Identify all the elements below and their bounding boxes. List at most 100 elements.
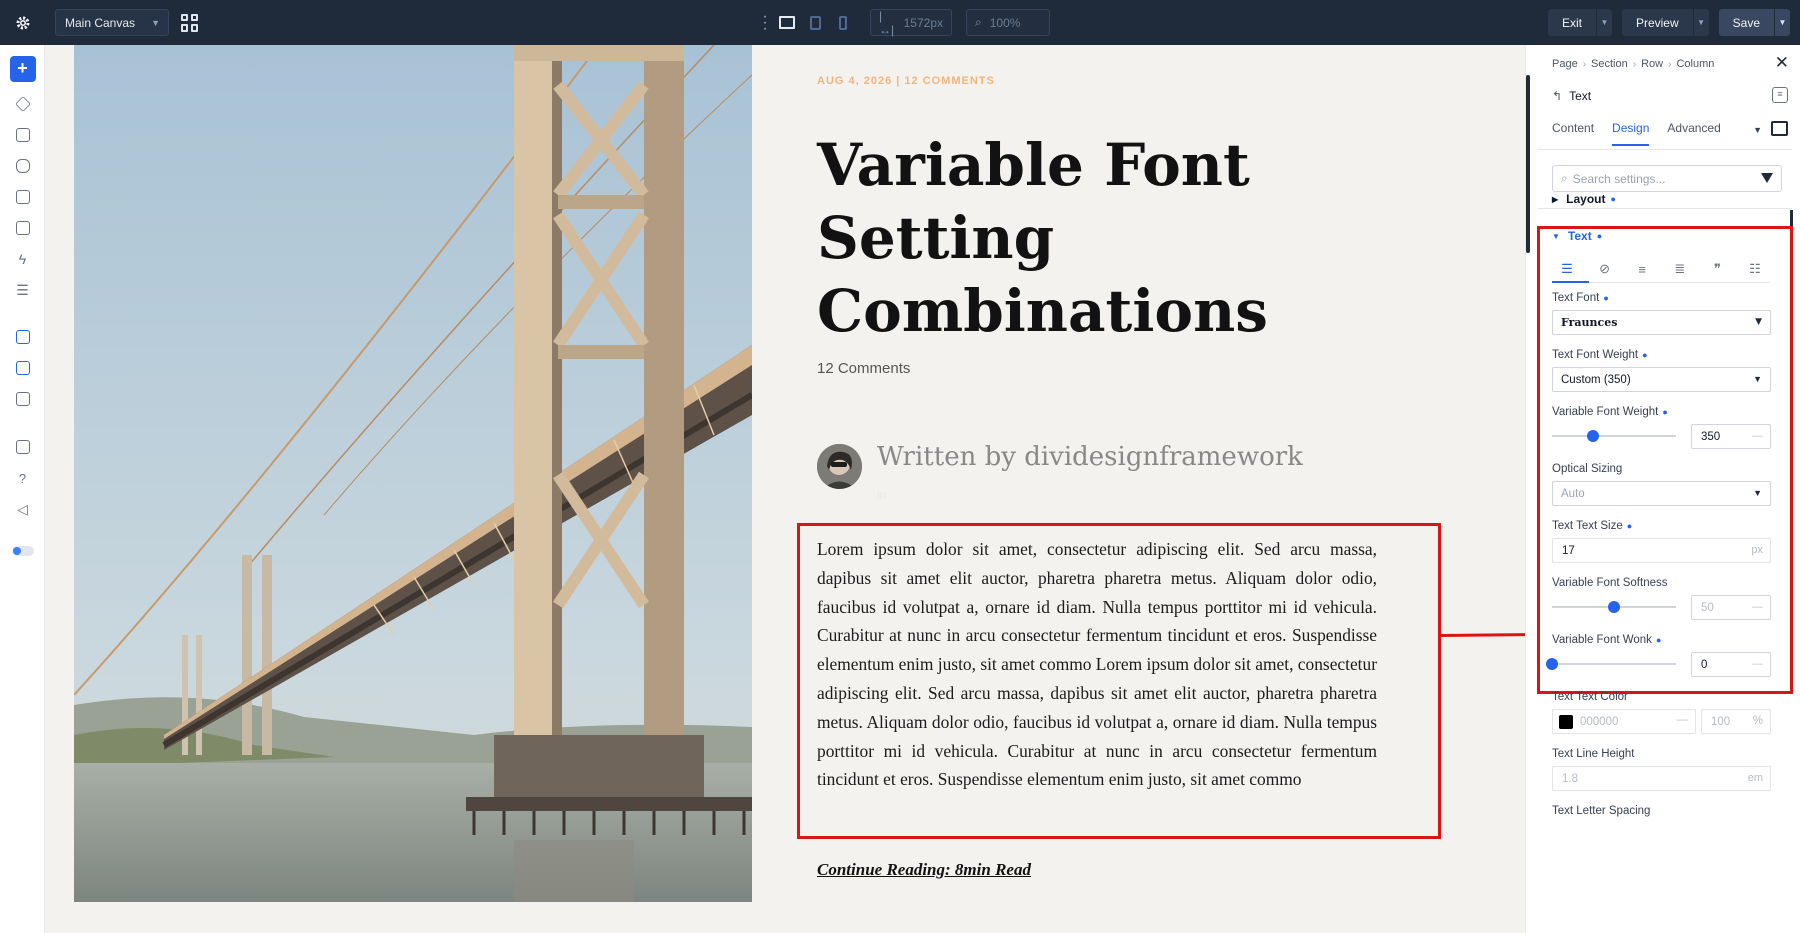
line-height-input[interactable]: 1.8 em: [1552, 766, 1771, 791]
chevron-right-icon: ›: [1668, 58, 1672, 70]
quote-icon[interactable]: ❞: [1702, 257, 1732, 281]
back-arrow-icon[interactable]: ↰: [1552, 89, 1562, 103]
copy-icon[interactable]: [0, 435, 45, 459]
text-alignment-row: ☰ ⊘ ≡ ≣ ❞ ☷: [1552, 257, 1770, 281]
line-height-label: Text Line Height: [1552, 748, 1635, 760]
slider-handle[interactable]: [1586, 430, 1599, 442]
align-left-icon[interactable]: ☰: [1552, 257, 1582, 281]
form-icon[interactable]: [0, 185, 45, 209]
breadcrumb-page[interactable]: Page: [1552, 58, 1578, 70]
group-text-label: Text: [1567, 229, 1592, 243]
variable-font-wonk-input[interactable]: 0—: [1691, 652, 1771, 677]
optical-sizing-label: Optical Sizing: [1552, 463, 1623, 475]
lightning-icon[interactable]: ϟ: [0, 247, 45, 271]
click-pointer-icon[interactable]: [0, 325, 45, 349]
chevron-down-icon: ▼: [1755, 317, 1762, 327]
color-swatch[interactable]: [1559, 714, 1573, 729]
tab-advanced[interactable]: Advanced: [1667, 121, 1720, 146]
tab-design[interactable]: Design: [1612, 121, 1650, 146]
filter-icon[interactable]: [1761, 173, 1773, 183]
chevron-down-icon: ▼: [151, 17, 160, 28]
more-dots-icon[interactable]: · · ·: [758, 8, 772, 36]
help-icon[interactable]: ?: [0, 466, 45, 490]
text-font-label: Text Font ●: [1552, 292, 1609, 304]
preview-button[interactable]: Preview: [1621, 9, 1693, 36]
breadcrumb-section[interactable]: Section: [1591, 58, 1628, 70]
slider-handle[interactable]: [1546, 658, 1558, 670]
post-comments-count[interactable]: 12 Comments: [817, 360, 910, 377]
multi-select-icon[interactable]: [0, 356, 45, 380]
layers-icon[interactable]: [0, 92, 45, 116]
numbered-list-icon[interactable]: ≣: [1665, 257, 1695, 281]
variable-font-softness-slider[interactable]: [1552, 601, 1676, 613]
canvas-grid-icon[interactable]: [181, 13, 199, 32]
tablet-view-icon[interactable]: [802, 10, 828, 36]
left-toolbar: + ϟ ☰ ? ◁: [0, 45, 45, 933]
zoom-value: 100%: [989, 15, 1021, 30]
text-color-opacity-input[interactable]: 100%: [1701, 709, 1771, 734]
breadcrumb-row[interactable]: Row: [1641, 58, 1663, 70]
mode-toggle[interactable]: [0, 539, 45, 563]
canvas-width-field[interactable]: |↔| 1572px: [870, 8, 952, 37]
zoom-field[interactable]: ⌕ 100%: [966, 9, 1050, 36]
post-meta: AUG 4, 2026 | 12 COMMENTS: [817, 75, 995, 87]
desktop-view-icon[interactable]: [774, 10, 800, 36]
width-arrows-icon: |↔|: [879, 8, 895, 37]
author-avatar: [817, 444, 862, 489]
modified-dot-icon: ●: [1596, 231, 1603, 241]
search-divider: [1538, 208, 1792, 209]
text-size-label: Text Text Size ●: [1552, 520, 1633, 532]
module-settings-icon[interactable]: ≡: [1772, 87, 1788, 103]
pages-icon[interactable]: [0, 216, 45, 240]
breadcrumb-column[interactable]: Column: [1676, 58, 1714, 70]
breadcrumb: Page › Section › Row › Column: [1552, 58, 1714, 70]
preset-square-icon[interactable]: [1771, 121, 1788, 136]
design-library-icon[interactable]: [0, 123, 45, 147]
variable-font-weight-input[interactable]: 350—: [1691, 424, 1771, 449]
top-toolbar: Main Canvas ▼ · · · |↔| 1572px ⌕ 100% Exit…: [0, 0, 1800, 45]
tabs-more-chevron-icon[interactable]: ▼: [1753, 125, 1762, 135]
group-text-header[interactable]: ▼ Text ●: [1552, 229, 1602, 243]
close-icon[interactable]: ✕: [1775, 53, 1789, 73]
module-title: ↰ Text: [1552, 89, 1591, 103]
text-indent-icon[interactable]: ☷: [1740, 257, 1770, 281]
sliders-icon[interactable]: ☰: [0, 278, 45, 302]
save-menu-chevron-icon[interactable]: ▼: [1774, 9, 1790, 36]
slider-handle[interactable]: [1608, 601, 1620, 613]
chevron-down-icon: ▼: [1753, 374, 1762, 384]
save-button[interactable]: Save: [1718, 9, 1774, 36]
text-color-input[interactable]: 000000 —: [1552, 709, 1696, 734]
alignment-active-indicator: [1552, 281, 1589, 283]
search-icon: ⌕: [1561, 171, 1568, 185]
settings-search-input[interactable]: ⌕ Search settings...: [1552, 165, 1782, 192]
text-size-input[interactable]: 17 px: [1552, 538, 1771, 563]
group-layout-header[interactable]: ▶ Layout ●: [1552, 192, 1616, 206]
canvas-selector-label: Main Canvas: [65, 15, 136, 30]
megaphone-icon[interactable]: ◁: [0, 497, 45, 521]
optical-sizing-select[interactable]: Auto ▼: [1552, 481, 1771, 506]
tab-content[interactable]: Content: [1552, 121, 1594, 146]
link-off-icon[interactable]: ⊘: [1590, 257, 1620, 281]
add-module-button[interactable]: +: [0, 55, 45, 83]
variable-font-wonk-slider[interactable]: [1546, 658, 1676, 670]
chevron-right-icon: ›: [1632, 58, 1637, 70]
variable-font-softness-input[interactable]: 50—: [1691, 595, 1771, 620]
variable-font-weight-slider[interactable]: [1552, 430, 1676, 442]
settings-gear-icon[interactable]: [0, 0, 45, 45]
canvas-selector[interactable]: Main Canvas ▼: [55, 9, 169, 36]
exit-button[interactable]: Exit: [1547, 9, 1596, 36]
text-font-weight-select[interactable]: Custom (350) ▼: [1552, 367, 1771, 392]
exit-menu-chevron-icon[interactable]: ▼: [1595, 9, 1612, 36]
caret-down-icon: ▼: [1552, 231, 1560, 241]
continue-reading-link[interactable]: Continue Reading: 8min Read: [817, 860, 1031, 880]
text-font-select[interactable]: Fraunces ▼: [1552, 310, 1771, 335]
variable-font-wonk-label: Variable Font Wonk ●: [1552, 634, 1662, 646]
layout-settings-icon[interactable]: [0, 387, 45, 411]
bullet-list-icon[interactable]: ≡: [1627, 257, 1657, 281]
phone-view-icon[interactable]: [830, 10, 856, 36]
preview-menu-chevron-icon[interactable]: ▼: [1692, 9, 1709, 36]
optical-sizing-value: Auto: [1561, 487, 1585, 500]
database-icon[interactable]: [0, 154, 45, 178]
modified-dot-icon: ●: [1610, 194, 1616, 204]
bridge-photo: [74, 45, 752, 902]
